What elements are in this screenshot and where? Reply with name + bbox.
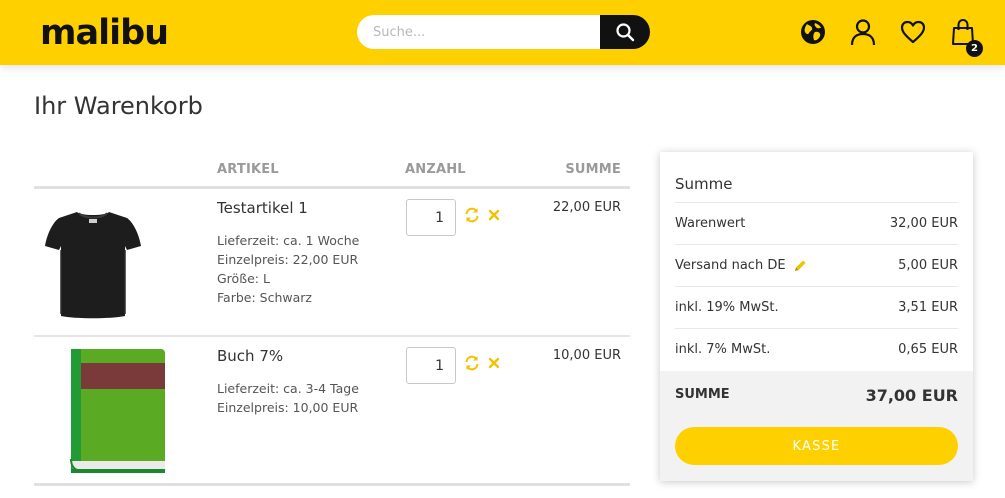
search-input[interactable]	[357, 15, 602, 49]
account-button[interactable]	[848, 16, 878, 48]
summary-row-subtotal: Warenwert 32,00 EUR	[675, 202, 958, 244]
cart-row: Testartikel 1 Lieferzeit: ca. 1 Woche Ei…	[34, 189, 630, 337]
checkout-button[interactable]: KASSE	[675, 427, 958, 465]
column-header-article: ARTIKEL	[217, 162, 279, 177]
pencil-icon[interactable]	[793, 259, 807, 273]
product-meta: Lieferzeit: ca. 1 Woche Einzelpreis: 22,…	[217, 231, 359, 307]
summary-label: Warenwert	[675, 216, 746, 231]
size: Größe: L	[217, 271, 270, 286]
total-label: SUMME	[675, 387, 730, 402]
green-book-image	[69, 348, 165, 473]
user-icon	[850, 19, 876, 46]
quantity-input[interactable]	[406, 199, 456, 236]
column-header-sum: SUMME	[565, 162, 621, 177]
unit-price: Einzelpreis: 10,00 EUR	[217, 400, 359, 415]
summary-row-shipping: Versand nach DE 5,00 EUR	[675, 244, 958, 286]
wishlist-button[interactable]	[898, 16, 928, 48]
refresh-icon	[465, 355, 479, 371]
update-quantity-button[interactable]	[463, 354, 481, 372]
summary-row-vat-19: inkl. 19% MwSt. 3,51 EUR	[675, 286, 958, 328]
summary-label: inkl. 19% MwSt.	[675, 300, 779, 315]
update-quantity-button[interactable]	[463, 206, 481, 224]
summary-value: 3,51 EUR	[898, 300, 958, 315]
product-image[interactable]	[34, 201, 151, 326]
refresh-icon	[465, 207, 479, 223]
cart-count-badge: 2	[966, 40, 983, 57]
remove-icon	[488, 357, 500, 369]
order-summary: Summe Warenwert 32,00 EUR Versand nach D…	[660, 152, 973, 481]
summary-row-vat-7: inkl. 7% MwSt. 0,65 EUR	[675, 328, 958, 370]
product-meta: Lieferzeit: ca. 3-4 Tage Einzelpreis: 10…	[217, 379, 359, 417]
page-title: Ihr Warenkorb	[34, 92, 203, 120]
summary-label: Versand nach DE	[675, 258, 786, 273]
remove-icon	[488, 209, 500, 221]
remove-item-button[interactable]	[485, 354, 503, 372]
cart-table-header: ARTIKEL ANZAHL SUMME	[34, 160, 630, 189]
remove-item-button[interactable]	[485, 206, 503, 224]
site-header: malibu 2	[0, 0, 1005, 65]
heart-icon	[900, 20, 926, 44]
delivery-time: Lieferzeit: ca. 3-4 Tage	[217, 381, 359, 396]
cart-row: Buch 7% Lieferzeit: ca. 3-4 Tage Einzelp…	[34, 337, 630, 486]
product-name[interactable]: Buch 7%	[217, 347, 283, 365]
line-total: 22,00 EUR	[552, 200, 621, 215]
unit-price: Einzelpreis: 22,00 EUR	[217, 252, 359, 267]
quantity-input[interactable]	[406, 347, 456, 384]
summary-value: 5,00 EUR	[898, 258, 958, 273]
search-button[interactable]	[600, 15, 650, 49]
language-button[interactable]	[798, 16, 828, 48]
summary-title: Summe	[675, 175, 733, 193]
summary-value: 0,65 EUR	[898, 342, 958, 357]
cart-button[interactable]: 2	[948, 16, 983, 57]
globe-icon	[801, 20, 825, 44]
product-name[interactable]: Testartikel 1	[217, 199, 308, 217]
color: Farbe: Schwarz	[217, 290, 312, 305]
search-icon	[616, 23, 635, 42]
summary-value: 32,00 EUR	[889, 216, 958, 231]
search-bar	[357, 15, 650, 49]
total-value: 37,00 EUR	[865, 386, 958, 405]
column-header-quantity: ANZAHL	[405, 162, 466, 177]
line-total: 10,00 EUR	[552, 348, 621, 363]
delivery-time: Lieferzeit: ca. 1 Woche	[217, 233, 360, 248]
product-image[interactable]	[58, 348, 175, 474]
logo[interactable]: malibu	[40, 11, 169, 55]
summary-label: inkl. 7% MwSt.	[675, 342, 771, 357]
black-tshirt-image	[44, 211, 141, 318]
summary-label-wrap: Versand nach DE	[675, 258, 807, 273]
summary-total: SUMME 37,00 EUR KASSE	[660, 371, 973, 481]
